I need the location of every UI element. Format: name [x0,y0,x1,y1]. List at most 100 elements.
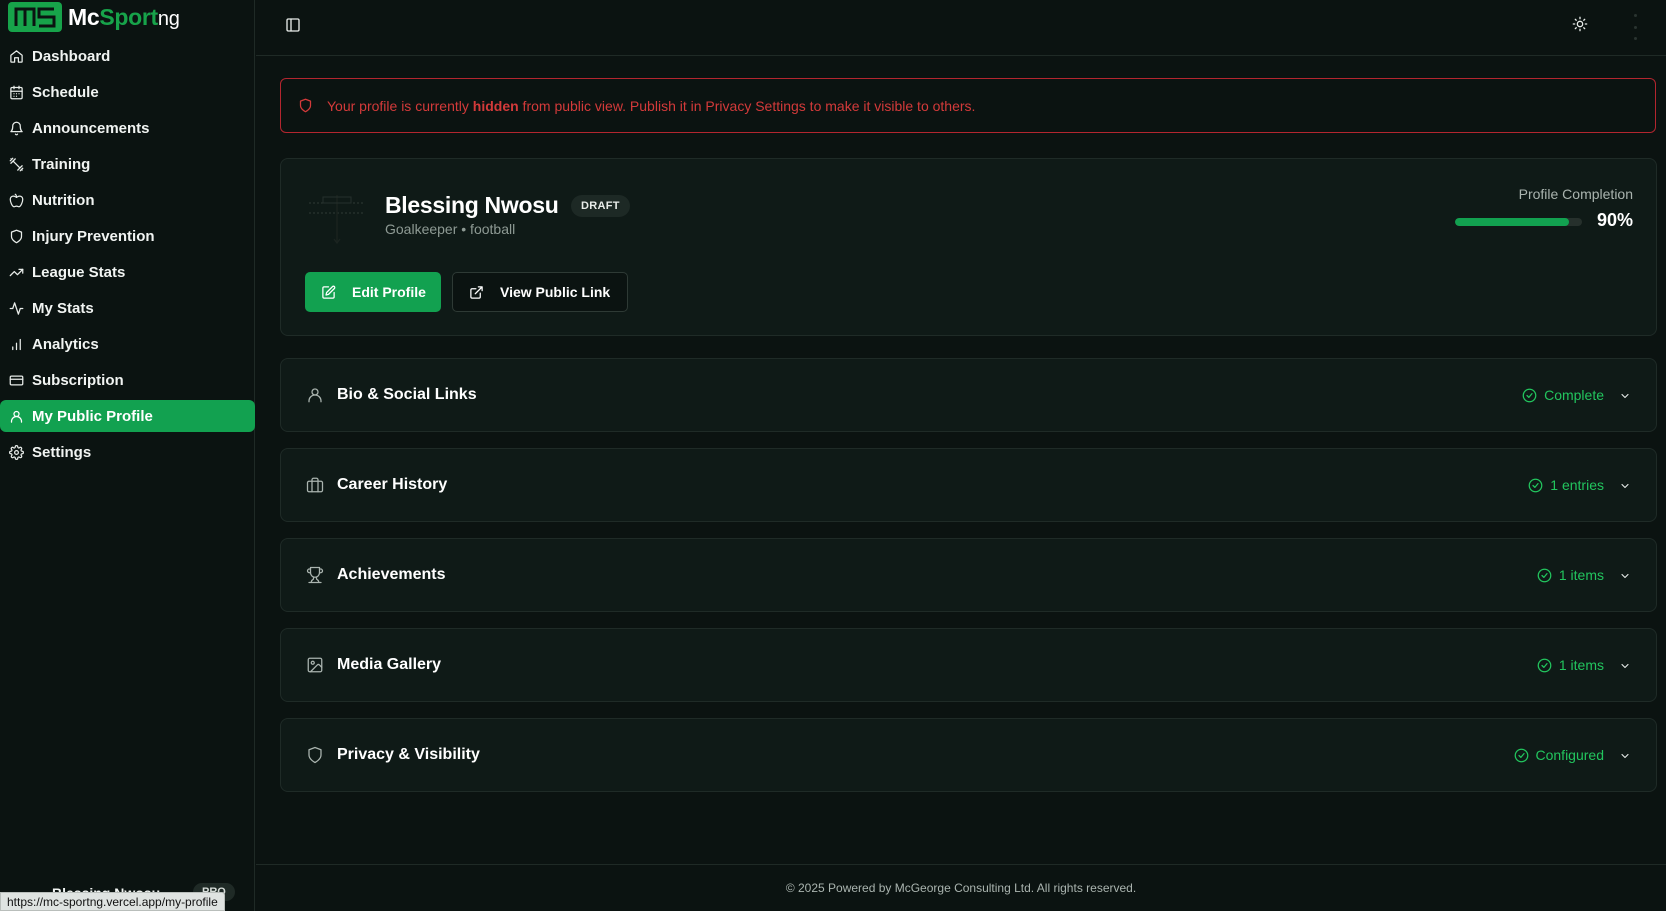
section-status: 1 items [1537,567,1604,583]
bell-icon [10,121,23,135]
section-title: Privacy & Visibility [337,746,480,763]
shield-icon [299,98,312,113]
logo-mark-icon [8,2,62,32]
check-circle-icon [1522,388,1537,402]
visibility-alert: Your profile is currently hidden from pu… [280,78,1656,133]
section-status: Complete [1522,387,1604,403]
section-status: 1 items [1537,657,1604,673]
brand-name-sport: Sport [99,3,158,30]
more-menu-icon[interactable] [1634,14,1638,40]
section-status-label: 1 items [1558,657,1604,673]
section-title: Bio & Social Links [337,386,477,403]
briefcase-icon [306,476,324,494]
section-status-label: Configured [1535,747,1605,763]
sidebar-item-label: My Stats [32,299,94,317]
sidebar-item-label: Settings [32,443,92,461]
sidebar-item-dashboard[interactable]: Dashboard [0,40,255,72]
credit-card-icon [9,375,24,385]
completion-label: Profile Completion [1518,186,1633,202]
sidebar-item-label: League Stats [32,263,126,281]
section-media-gallery[interactable]: Media Gallery 1 items [280,628,1657,702]
alert-text: Your profile is currently hidden from pu… [327,98,975,114]
chevron-down-icon[interactable] [1619,389,1631,401]
section-status: 1 entries [1528,477,1604,493]
chevron-down-icon[interactable] [1619,569,1631,581]
brand-name-mc: Mc [68,3,100,30]
sidebar-item-schedule[interactable]: Schedule [0,76,255,108]
sidebar-item-settings[interactable]: Settings [0,436,255,468]
section-status-label: 1 items [1558,567,1604,583]
sidebar-item-label: Subscription [32,371,124,389]
alert-text-prefix: Your profile is currently [327,97,473,114]
brand-name: Mc Sport ng [68,4,180,31]
sidebar-nav: Dashboard Schedule Announcements Trainin… [0,40,255,472]
sidebar-item-my-stats[interactable]: My Stats [0,292,255,324]
sidebar-item-label: Nutrition [32,191,95,209]
alert-text-emphasis: hidden [472,97,519,114]
external-link-icon [470,285,483,299]
home-icon [10,49,23,63]
image-icon [306,656,324,674]
sidebar-item-label: Analytics [32,335,99,353]
view-public-link-button[interactable]: View Public Link [452,272,628,312]
section-bio-social-links[interactable]: Bio & Social Links Complete [280,358,1657,432]
section-status: Configured [1514,747,1605,763]
profile-subtitle: Goalkeeper • football [385,221,516,237]
section-privacy-visibility[interactable]: Privacy & Visibility Configured [280,718,1657,792]
completion-value: 90% [1596,210,1633,230]
user-icon [306,386,324,404]
trending-up-icon [9,268,24,276]
chevron-down-icon[interactable] [1619,749,1631,761]
section-achievements[interactable]: Achievements 1 items [280,538,1657,612]
sidebar-item-subscription[interactable]: Subscription [0,364,255,396]
edit-profile-button[interactable]: Edit Profile [305,272,441,312]
shield-icon [10,229,23,243]
footer-text: © 2025 Powered by McGeorge Consulting Lt… [785,881,1137,895]
section-career-history[interactable]: Career History 1 entries [280,448,1657,522]
sidebar-item-announcements[interactable]: Announcements [0,112,255,144]
sidebar-item-training[interactable]: Training [0,148,255,180]
top-bar [256,0,1666,56]
sidebar-item-my-public-profile[interactable]: My Public Profile [0,400,255,432]
completion-progress-bar [1455,218,1582,226]
section-status-label: Complete [1544,387,1604,403]
section-title: Achievements [337,566,446,583]
section-status-label: 1 entries [1550,477,1604,493]
sidebar-item-label: Schedule [32,83,99,101]
sidebar-toggle-button[interactable] [285,17,301,33]
check-circle-icon [1514,748,1528,762]
completion-progress-fill [1455,218,1570,226]
view-public-link-label: View Public Link [500,284,611,300]
sidebar-item-nutrition[interactable]: Nutrition [0,184,255,216]
theme-toggle-button[interactable] [1572,16,1588,32]
trophy-icon [306,566,324,584]
check-circle-icon [1528,478,1543,492]
chevron-down-icon[interactable] [1619,479,1631,491]
sidebar-item-label: Injury Prevention [32,227,155,245]
sidebar-item-league-stats[interactable]: League Stats [0,256,255,288]
sidebar: Mc Sport ng Dashboard Schedule Announcemen… [0,0,255,911]
sidebar-item-injury-prevention[interactable]: Injury Prevention [0,220,255,252]
sidebar-item-label: Announcements [32,119,150,137]
alert-text-suffix: from public view. Publish it in Privacy … [518,97,976,114]
panel-left-icon [286,18,300,32]
calendar-icon [10,85,23,99]
edit-icon [322,285,336,299]
sidebar-item-analytics[interactable]: Analytics [0,328,255,360]
status-badge: DRAFT [571,195,630,217]
dumbbell-icon [9,157,24,171]
sidebar-item-label: My Public Profile [32,407,153,425]
profile-name: Blessing Nwosu [385,192,559,218]
brand-logo[interactable]: Mc Sport ng [8,2,180,32]
check-circle-icon [1537,658,1552,672]
sidebar-item-label: Dashboard [32,47,111,65]
bar-chart-icon [12,338,21,350]
shield-icon [306,746,324,764]
profile-summary-card: Blessing Nwosu DRAFT Goalkeeper • footba… [280,158,1657,336]
section-title: Media Gallery [337,656,442,673]
activity-icon [9,301,24,315]
chevron-down-icon[interactable] [1619,659,1631,671]
user-icon [10,410,23,423]
browser-status-url: https://mc-sportng.vercel.app/my-profile [0,892,225,911]
avatar [305,187,369,251]
